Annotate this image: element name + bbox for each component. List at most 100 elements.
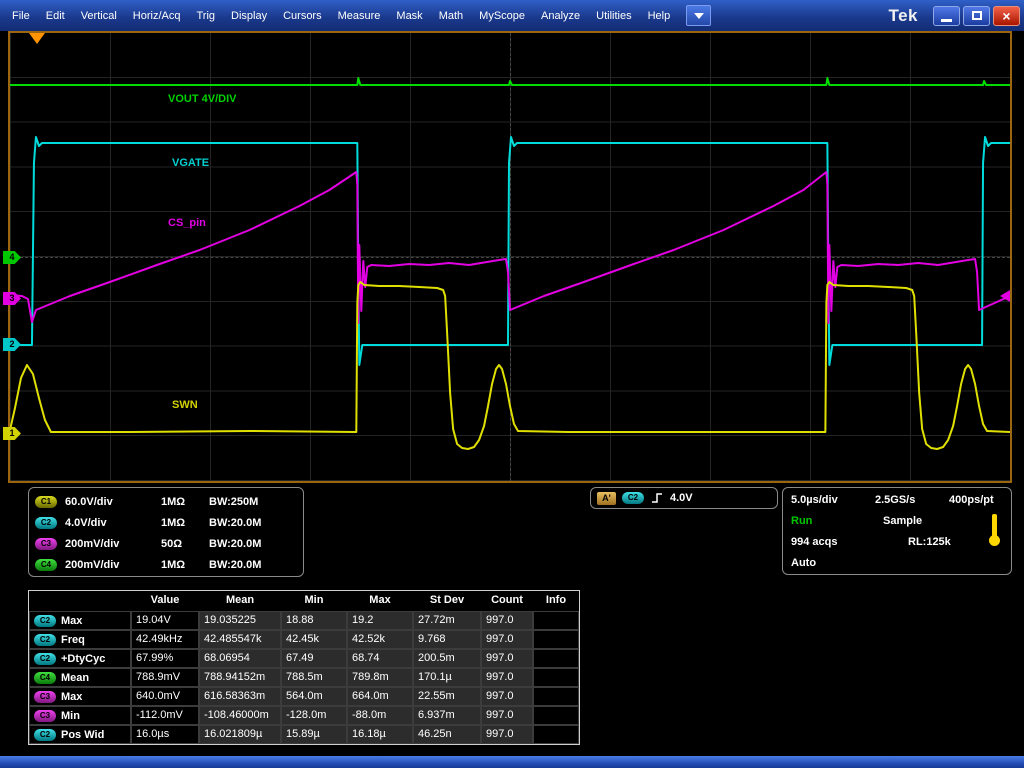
meas-header-count: Count: [481, 591, 533, 611]
meas-value: 67.99%: [131, 649, 199, 668]
meas-value: 16.0µs: [131, 725, 199, 744]
trace-vout: [10, 78, 1010, 85]
meas-mean: 616.58363m: [199, 687, 281, 706]
meas-value: -112.0mV: [131, 706, 199, 725]
restore-button[interactable]: [963, 6, 990, 26]
channel-badge: C2: [34, 729, 56, 741]
meas-value: 42.49kHz: [131, 630, 199, 649]
trigger-level-arrow[interactable]: [1000, 290, 1010, 302]
minimize-icon: [941, 19, 952, 22]
channel-row-c3[interactable]: C3 200mV/div 50Ω BW:20.0M: [35, 533, 297, 554]
record-length: RL:125k: [908, 536, 951, 548]
meas-row[interactable]: C2 +DtyCyc 67.99% 68.06954 67.49 68.74 2…: [29, 649, 579, 668]
meas-header-blank: [29, 591, 131, 611]
meas-max: 16.18µ: [347, 725, 413, 744]
meas-name: Max: [61, 615, 82, 627]
meas-max: 789.8m: [347, 668, 413, 687]
channel-badge-c1: C1: [35, 496, 57, 508]
menu-file[interactable]: File: [4, 0, 38, 31]
trace-label-vout: VOUT 4V/DIV: [168, 93, 236, 105]
chevron-down-icon: [694, 13, 704, 19]
meas-max: -88.0m: [347, 706, 413, 725]
meas-mean: 788.94152m: [199, 668, 281, 687]
acq-count: 994 acqs: [791, 536, 837, 548]
meas-count: 997.0: [481, 649, 533, 668]
channel-scale-c2: 4.0V/div: [65, 517, 161, 529]
channel-scale-c4: 200mV/div: [65, 559, 161, 571]
resolution: 400ps/pt: [949, 494, 994, 506]
trace-label-cs-pin: CS_pin: [168, 217, 206, 229]
meas-min: -128.0m: [281, 706, 347, 725]
meas-value: 788.9mV: [131, 668, 199, 687]
channel-scale-c1: 60.0V/div: [65, 496, 161, 508]
meas-row[interactable]: C3 Max 640.0mV 616.58363m 564.0m 664.0m …: [29, 687, 579, 706]
menu-bar: File Edit Vertical Horiz/Acq Trig Displa…: [0, 0, 1024, 31]
meas-header-mean: Mean: [199, 591, 281, 611]
meas-header-value: Value: [131, 591, 199, 611]
restore-icon: [972, 11, 982, 20]
meas-info: [533, 668, 579, 687]
taskbar[interactable]: [0, 756, 1024, 768]
meas-name: Pos Wid: [61, 729, 104, 741]
trigger-position-marker[interactable]: [29, 33, 45, 44]
meas-header-stdev: St Dev: [413, 591, 481, 611]
menu-horiz-acq[interactable]: Horiz/Acq: [125, 0, 189, 31]
meas-max: 68.74: [347, 649, 413, 668]
meas-mean: -108.46000m: [199, 706, 281, 725]
meas-info: [533, 630, 579, 649]
graticule: VOUT 4V/DIV VGATE CS_pin SWN: [10, 33, 1010, 481]
meas-row[interactable]: C4 Mean 788.9mV 788.94152m 788.5m 789.8m…: [29, 668, 579, 687]
channel-badge: C3: [34, 710, 56, 722]
meas-min: 42.45k: [281, 630, 347, 649]
meas-info: [533, 725, 579, 744]
menu-myscope[interactable]: MyScope: [471, 0, 533, 31]
acq-mode: Sample: [883, 515, 922, 527]
meas-row[interactable]: C3 Min -112.0mV -108.46000m -128.0m -88.…: [29, 706, 579, 725]
meas-row[interactable]: C2 Max 19.04V 19.035225 18.88 19.2 27.72…: [29, 611, 579, 630]
trigger-mode: Auto: [791, 557, 816, 569]
menu-measure[interactable]: Measure: [330, 0, 389, 31]
channel-badge: C2: [34, 634, 56, 646]
channel-scale-c3: 200mV/div: [65, 538, 161, 550]
menu-math[interactable]: Math: [431, 0, 471, 31]
channels-panel: C1 60.0V/div 1MΩ BW:250M C2 4.0V/div 1MΩ…: [28, 487, 304, 577]
menu-analyze[interactable]: Analyze: [533, 0, 588, 31]
channel-badge-c4: C4: [35, 559, 57, 571]
menu-edit[interactable]: Edit: [38, 0, 73, 31]
menu-overflow-button[interactable]: [686, 5, 711, 26]
trace-cs-pin: [10, 172, 1010, 323]
meas-row[interactable]: C2 Freq 42.49kHz 42.485547k 42.45k 42.52…: [29, 630, 579, 649]
meas-stdev: 46.25n: [413, 725, 481, 744]
channel-row-c1[interactable]: C1 60.0V/div 1MΩ BW:250M: [35, 491, 297, 512]
channel-row-c4[interactable]: C4 200mV/div 1MΩ BW:20.0M: [35, 554, 297, 575]
waveform-traces: [10, 33, 1010, 481]
channel-impedance-c1: 1MΩ: [161, 496, 209, 508]
channel-badge: C3: [34, 691, 56, 703]
meas-row[interactable]: C2 Pos Wid 16.0µs 16.021809µ 15.89µ 16.1…: [29, 725, 579, 744]
meas-value: 640.0mV: [131, 687, 199, 706]
menu-trig[interactable]: Trig: [188, 0, 223, 31]
channel-row-c2[interactable]: C2 4.0V/div 1MΩ BW:20.0M: [35, 512, 297, 533]
minimize-button[interactable]: [933, 6, 960, 26]
channel-badge: C2: [34, 615, 56, 627]
trace-label-swn: SWN: [172, 399, 198, 411]
meas-stdev: 200.5m: [413, 649, 481, 668]
meas-row-label: C4 Mean: [29, 668, 131, 687]
menu-mask[interactable]: Mask: [388, 0, 430, 31]
menu-cursors[interactable]: Cursors: [275, 0, 330, 31]
meas-name: Freq: [61, 634, 85, 646]
meas-stdev: 9.768: [413, 630, 481, 649]
meas-info: [533, 649, 579, 668]
menu-utilities[interactable]: Utilities: [588, 0, 639, 31]
channel-bandwidth-c3: BW:20.0M: [209, 538, 297, 550]
menu-help[interactable]: Help: [640, 0, 679, 31]
menu-vertical[interactable]: Vertical: [73, 0, 125, 31]
trigger-panel[interactable]: A' C2 4.0V: [590, 487, 778, 509]
channel-badge-c2: C2: [35, 517, 57, 529]
meas-value: 19.04V: [131, 611, 199, 630]
meas-info: [533, 687, 579, 706]
channel-impedance-c3: 50Ω: [161, 538, 209, 550]
channel-badge: C4: [34, 672, 56, 684]
close-button[interactable]: ×: [993, 6, 1020, 26]
menu-display[interactable]: Display: [223, 0, 275, 31]
